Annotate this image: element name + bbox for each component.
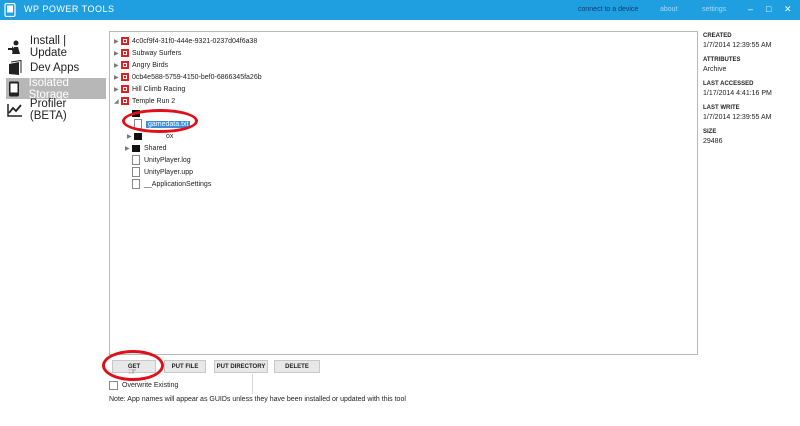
overwrite-label: Overwrite Existing [122, 382, 179, 389]
tree-item-app[interactable]: 4c0cf9f4-31f0-444e-9321-0237d04f6a38 [121, 35, 257, 47]
sidebar-item-label: Dev Apps [30, 61, 80, 74]
tree-item-label: UnityPlayer.log [144, 156, 191, 164]
app-badge-icon [121, 61, 129, 69]
sidebar-item-dev-apps[interactable]: Dev Apps [6, 57, 106, 78]
connect-link[interactable]: connect to a device [578, 6, 638, 13]
expand-arrow-icon[interactable]: ▶ [114, 74, 119, 81]
phone-icon [6, 81, 23, 97]
expand-arrow-icon[interactable]: ▶ [114, 62, 119, 69]
sidebar-item-profiler[interactable]: Profiler (BETA) [6, 97, 106, 122]
app-badge-icon [121, 49, 129, 57]
divider [252, 374, 253, 394]
tree-item-label: Hill Climb Racing [132, 85, 186, 93]
created-label: CREATED [703, 33, 732, 39]
collapse-arrow-icon[interactable]: ◢ [114, 98, 119, 105]
sidebar-nav: Install | Update Dev Apps Isolated Stora… [6, 34, 106, 122]
close-icon[interactable]: ✕ [784, 4, 792, 15]
dev-apps-icon [6, 59, 24, 76]
tree-item-file[interactable]: UnityPlayer.log [132, 154, 191, 166]
delete-button[interactable]: DELETE [274, 360, 320, 373]
tree-item-label: __ApplicationSettings [144, 180, 212, 188]
isolated-storage-tree[interactable]: ▶ 4c0cf9f4-31f0-444e-9321-0237d04f6a38 ▶… [109, 31, 698, 355]
file-details-panel: CREATED 1/7/2014 12:39:55 AM ATTRIBUTES … [703, 33, 797, 153]
file-icon [132, 167, 140, 177]
put-directory-button[interactable]: PUT DIRECTORY [214, 360, 268, 373]
tree-item-app[interactable]: Hill Climb Racing [121, 83, 185, 95]
expand-arrow-icon[interactable]: ▶ [114, 38, 119, 45]
tree-item-label: Angry Birds [132, 61, 169, 69]
tree-item-file[interactable]: UnityPlayer.upp [132, 166, 193, 178]
folder-icon [132, 144, 140, 152]
folder-icon [132, 109, 140, 117]
overwrite-existing-option[interactable]: Overwrite Existing [109, 381, 178, 390]
tree-item-file[interactable]: __ApplicationSettings [132, 178, 211, 190]
last-accessed-label: LAST ACCESSED [703, 81, 754, 87]
app-badge-icon [121, 37, 129, 45]
last-accessed-value: 1/17/2014 4:41:16 PM [703, 90, 772, 97]
tree-item-label: ox [166, 132, 174, 140]
tree-item-label: Shared [144, 144, 167, 152]
folder-icon [134, 132, 142, 140]
tree-item-file-selected[interactable]: gamedata.txt [134, 118, 191, 130]
expand-arrow-icon[interactable]: ▶ [114, 50, 119, 57]
tree-item-label: UnityPlayer.upp [144, 168, 194, 176]
overwrite-checkbox[interactable] [109, 381, 118, 390]
sidebar-item-isolated-storage[interactable]: Isolated Storage [6, 77, 106, 101]
tree-item-app[interactable]: Angry Birds [121, 59, 168, 71]
about-link[interactable]: about [660, 6, 678, 13]
tree-item-label: Subway Surfers [132, 49, 182, 57]
file-icon [132, 179, 140, 189]
phone-app-icon [4, 3, 16, 17]
tree-item-app[interactable]: Temple Run 2 [121, 95, 175, 107]
expand-arrow-icon[interactable]: ▶ [114, 86, 119, 93]
sidebar-item-label: Profiler (BETA) [29, 97, 67, 122]
tree-item-app[interactable]: 0cb4e588-5759-4150-bef0-6866345fa26b [121, 71, 262, 83]
install-icon [6, 39, 24, 55]
tree-item-app[interactable]: Subway Surfers [121, 47, 181, 59]
tree-item-label: 4c0cf9f4-31f0-444e-9321-0237d04f6a38 [132, 37, 258, 45]
app-badge-icon [121, 85, 129, 93]
tree-item-label: Temple Run 2 [132, 97, 176, 105]
expand-arrow-icon[interactable]: ▶ [125, 145, 130, 152]
maximize-icon[interactable]: □ [766, 4, 771, 14]
put-file-button[interactable]: PUT FILE [164, 360, 206, 373]
title-bar: WP POWER TOOLS connect to a device about… [0, 0, 800, 20]
tree-item-folder[interactable]: ox [134, 130, 173, 142]
settings-link[interactable]: settings [702, 6, 726, 13]
size-value: 29486 [703, 138, 723, 145]
app-badge-icon [121, 97, 129, 105]
attributes-label: ATTRIBUTES [703, 57, 741, 63]
sidebar-item-label: Install | Update [29, 34, 67, 59]
file-icon [134, 119, 142, 129]
last-write-value: 1/7/2014 12:39:55 AM [703, 114, 772, 121]
app-badge-icon [121, 73, 129, 81]
mouse-cursor-icon: ☞ [128, 367, 137, 378]
size-label: SIZE [703, 129, 717, 135]
tree-item-folder[interactable]: Shared [132, 142, 167, 154]
tree-item-label: 0cb4e588-5759-4150-bef0-6866345fa26b [132, 73, 262, 81]
file-icon [132, 155, 140, 165]
last-write-label: LAST WRITE [703, 105, 740, 111]
minimize-icon[interactable]: – [748, 4, 753, 14]
created-value: 1/7/2014 12:39:55 AM [703, 42, 772, 49]
app-title: WP POWER TOOLS [24, 4, 115, 14]
tree-item-label: gamedata.txt [146, 120, 191, 128]
attributes-value: Archive [703, 66, 727, 73]
guid-note: Note: App names will appear as GUIDs unl… [109, 396, 406, 403]
sidebar-item-install[interactable]: Install | Update [6, 34, 106, 59]
profiler-icon [6, 102, 24, 118]
expand-arrow-icon[interactable]: ▶ [127, 133, 132, 140]
